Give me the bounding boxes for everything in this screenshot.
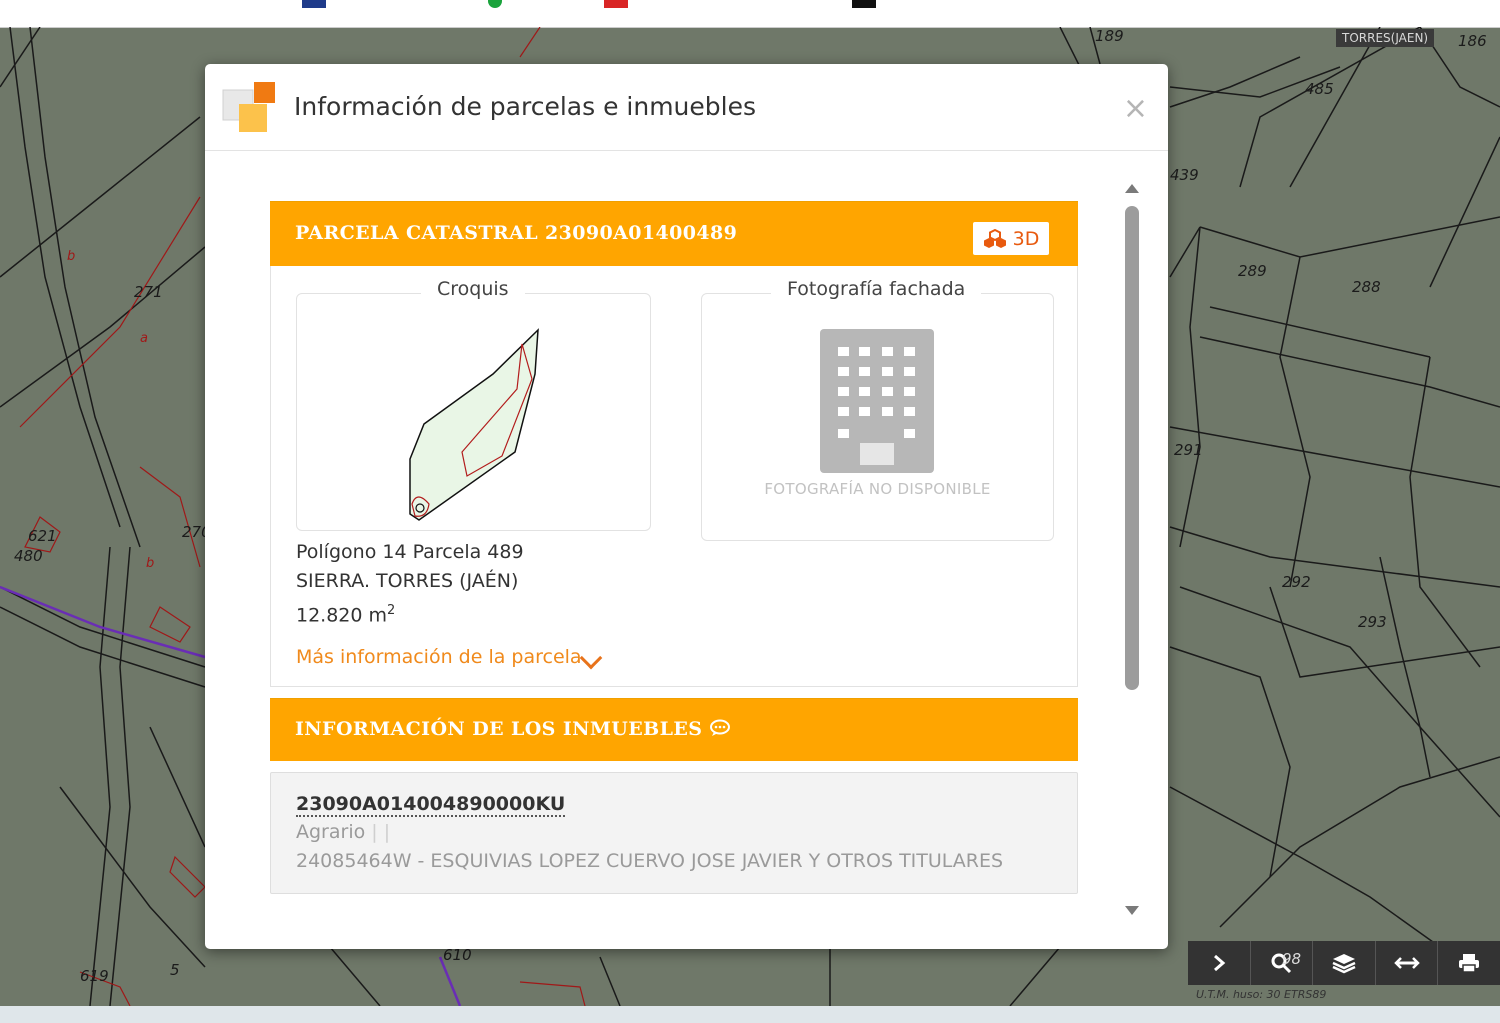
properties-header-text: INFORMACIÓN DE LOS INMUEBLES	[295, 718, 703, 740]
properties-header-title: INFORMACIÓN DE LOS INMUEBLES	[295, 718, 731, 740]
parcel-area-exponent: 2	[387, 603, 396, 618]
map-parcel-label: 291	[1174, 441, 1203, 459]
map-parcel-label: 619	[80, 967, 109, 985]
parcel-info: Polígono 14 Parcela 489 SIERRA. TORRES (…	[296, 538, 524, 630]
map-parcel-label: 271	[134, 283, 163, 301]
parcel-place: SIERRA. TORRES (JAÉN)	[296, 570, 519, 592]
parcel-area-value: 12.820 m	[296, 604, 388, 627]
map-parcel-label: 439	[1170, 166, 1199, 184]
map-projection-label: U.T.M. huso: 30 ETRS89	[1196, 988, 1327, 1001]
property-reference-link[interactable]: 23090A014004890000KU	[296, 793, 566, 817]
map-subparcel-label: b	[67, 249, 76, 264]
property-owner: 24085464W - ESQUIVIAS LOPEZ CUERVO JOSE …	[296, 850, 1004, 872]
more-parcel-info-link[interactable]: Más información de la parcela	[296, 646, 582, 668]
view-3d-button[interactable]: 3D	[973, 222, 1049, 255]
map-parcel-label: 621	[28, 527, 57, 545]
comment-icon[interactable]	[709, 719, 731, 737]
map-parcel-label: 98	[1282, 950, 1302, 968]
map-parcel-label: 5	[170, 961, 180, 979]
modal-title: Información de parcelas e inmuebles	[294, 92, 756, 121]
map-subparcel-label: a	[140, 331, 148, 346]
parcel-area: 12.820 m2	[296, 596, 524, 630]
map-parcel-label: 293	[1358, 613, 1387, 631]
modal-header: Información de parcelas e inmuebles ×	[205, 64, 1168, 151]
bookmark-icon[interactable]	[604, 0, 628, 8]
parcel-info-modal: Información de parcelas e inmuebles × PA…	[205, 64, 1168, 949]
facade-photo-box: Fotografía fachada FOTOGRAFÍA NO DISPONI…	[701, 278, 1054, 541]
map-parcel-label: 485	[1305, 80, 1334, 98]
chevron-right-icon[interactable]	[1188, 941, 1251, 985]
parcel-header-title: PARCELA CATASTRAL 23090A01400489	[295, 222, 738, 244]
cadastre-logo-icon	[222, 82, 275, 132]
parcel-panel: PARCELA CATASTRAL 23090A01400489 3D Croq…	[270, 201, 1078, 687]
map-parcel-label: 189	[1095, 27, 1124, 45]
map-parcel-label: 292	[1282, 573, 1311, 591]
chevron-down-icon[interactable]	[579, 646, 603, 670]
property-use-value: Agrario	[296, 821, 366, 843]
property-use: Agrario | |	[296, 821, 390, 843]
measure-icon[interactable]	[1376, 941, 1439, 985]
close-button[interactable]: ×	[1123, 94, 1148, 124]
bookmark-icon[interactable]	[488, 0, 502, 8]
cubes-icon	[983, 228, 1006, 248]
view-3d-label: 3D	[1012, 227, 1040, 250]
map-parcel-label: 186	[1458, 32, 1487, 50]
properties-panel: INFORMACIÓN DE LOS INMUEBLES	[270, 698, 1078, 761]
map-parcel-label: 480	[14, 547, 43, 565]
scroll-down-arrow[interactable]	[1125, 906, 1139, 915]
parcel-panel-body: Croquis Fotografía fachada FOTOGRAFÍA NO…	[270, 266, 1078, 687]
map-toolbar	[1188, 941, 1500, 985]
browser-bookmarks-strip	[0, 0, 1500, 28]
layers-icon[interactable]	[1313, 941, 1376, 985]
bookmark-icon[interactable]	[302, 0, 326, 8]
properties-panel-header: INFORMACIÓN DE LOS INMUEBLES	[270, 698, 1078, 761]
building-icon	[820, 329, 934, 473]
parcel-sketch[interactable]	[297, 294, 650, 530]
print-icon[interactable]	[1438, 941, 1500, 985]
parcel-panel-header: PARCELA CATASTRAL 23090A01400489 3D	[270, 201, 1078, 266]
property-card: 23090A014004890000KU Agrario | | 2408546…	[270, 772, 1078, 894]
facade-photo-label: Fotografía fachada	[771, 278, 982, 300]
map-parcel-label: 289	[1238, 262, 1267, 280]
bookmark-icon[interactable]	[852, 0, 876, 8]
map-parcel-label: 288	[1352, 278, 1381, 296]
parcel-location: Polígono 14 Parcela 489	[296, 541, 524, 563]
scrollbar-thumb[interactable]	[1125, 206, 1139, 690]
map-subparcel-label: b	[146, 556, 155, 571]
separator: | |	[371, 821, 391, 843]
municipality-label: TORRES(JAEN)	[1336, 29, 1435, 47]
photo-unavailable-text: FOTOGRAFÍA NO DISPONIBLE	[764, 480, 991, 498]
scroll-up-arrow[interactable]	[1125, 184, 1139, 193]
sketch-box: Croquis	[296, 278, 651, 531]
taskbar-strip	[0, 1006, 1500, 1023]
